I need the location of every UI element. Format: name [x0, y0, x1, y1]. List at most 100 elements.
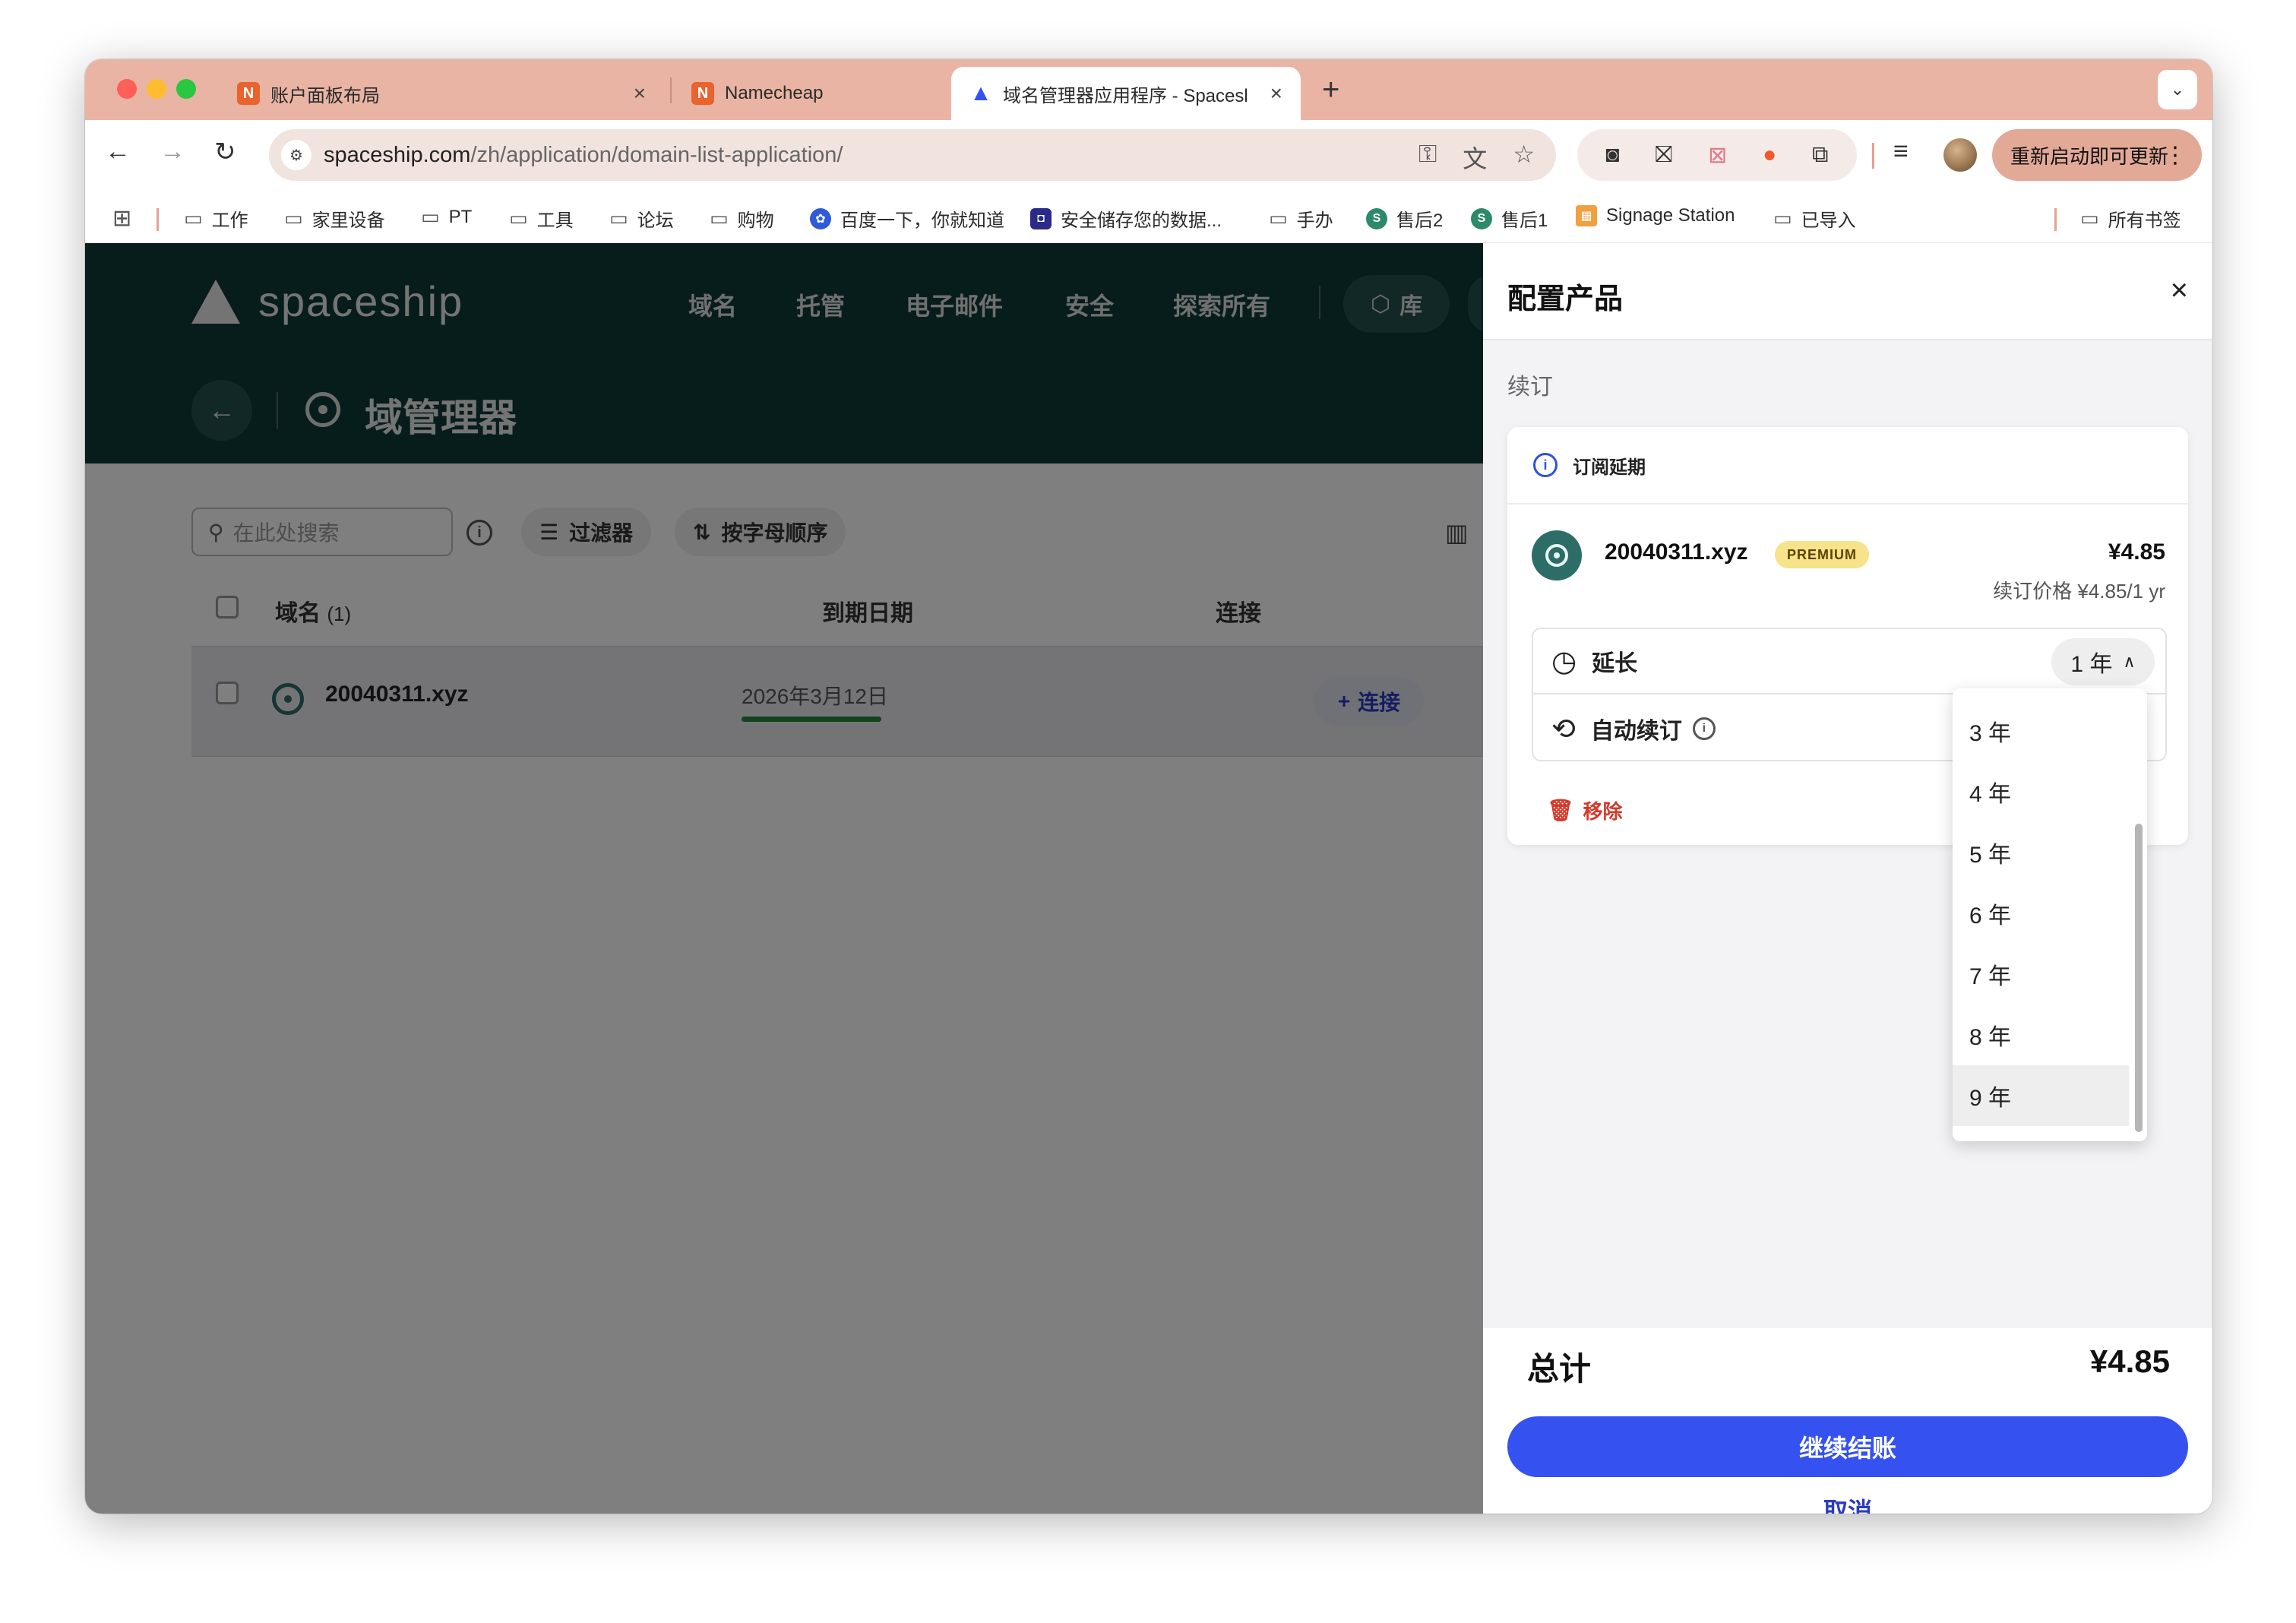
close-icon[interactable]: ×	[1270, 81, 1282, 106]
bookmark-baidu[interactable]: ✿ 百度一下，你就知道	[810, 205, 1004, 232]
premium-badge: PREMIUM	[1775, 541, 1869, 568]
minimize-window-button[interactable]	[147, 79, 166, 99]
year-option[interactable]: 7 年	[1953, 944, 2129, 1004]
browser-window: N 账户面板布局 × N Namecheap × ▲ 域名管理器应用程序 - S…	[85, 59, 2212, 1514]
info-icon[interactable]: i	[1692, 717, 1716, 740]
tab-search-button[interactable]: ⌄	[2158, 70, 2197, 109]
url-text: spaceship.com/zh/application/domain-list…	[324, 143, 843, 168]
bookmark-folder-all[interactable]: ▭ 所有书签	[2080, 205, 2181, 232]
bookmark-folder-work[interactable]: ▭ 工作	[184, 205, 248, 232]
address-bar[interactable]: ⚙ spaceship.com/zh/application/domain-li…	[269, 129, 1556, 181]
remove-button[interactable]: 🗑 移除	[1547, 796, 1623, 824]
zoom-window-button[interactable]	[176, 79, 196, 99]
bookmark-after-sales-1[interactable]: S 售后1	[1471, 205, 1548, 232]
folder-icon: ▭	[710, 207, 729, 229]
translate-icon[interactable]: 文	[1463, 140, 1487, 175]
folder-icon: ▭	[184, 207, 203, 229]
folder-icon: ▭	[421, 205, 440, 228]
tab-account-panel[interactable]: N 账户面板布局 ×	[219, 67, 664, 120]
extensions-group: ◙ ⛝ ⊠ ● ⧉	[1577, 129, 1857, 181]
card-header-label: 订阅延期	[1573, 457, 1646, 478]
modal-overlay[interactable]	[85, 243, 1483, 1514]
checkout-button[interactable]: 继续结账	[1507, 1416, 2188, 1477]
extensions-puzzle-icon[interactable]: ⧉	[1812, 142, 1828, 168]
chevron-up-icon: ∧	[2123, 652, 2136, 671]
omnibox-actions: ⚿ 文 ☆	[1418, 140, 1535, 175]
year-option[interactable]: 8 年	[1953, 1004, 2129, 1065]
namecheap-icon: N	[237, 82, 260, 105]
year-option[interactable]: 4 年	[1953, 761, 2129, 822]
tab-domain-manager[interactable]: ▲ 域名管理器应用程序 - Spacesl ×	[951, 67, 1301, 120]
close-icon[interactable]: ×	[634, 81, 646, 106]
bookmark-folder-shopping[interactable]: ▭ 购物	[710, 205, 774, 232]
year-option[interactable]: 6 年	[1953, 883, 2129, 944]
product-price: ¥4.85	[2108, 539, 2165, 565]
s-icon: S	[1366, 207, 1387, 229]
bookmark-divider	[2054, 208, 2057, 231]
year-option-highlighted[interactable]: 9 年	[1953, 1065, 2129, 1126]
avatar[interactable]	[1943, 138, 1977, 172]
bookmark-signage-station[interactable]: ▦ Signage Station	[1576, 205, 1735, 226]
section-label: 续订	[1507, 375, 1553, 400]
secure-storage-icon: ◘	[1030, 207, 1052, 229]
bookmark-folder-figures[interactable]: ▭ 手办	[1269, 205, 1333, 232]
info-icon: i	[1533, 453, 1558, 477]
folder-icon: ▭	[609, 207, 628, 229]
folder-icon: ▭	[284, 207, 303, 229]
reload-icon[interactable]: ↻	[214, 137, 236, 167]
update-button[interactable]: 重新启动即可更新 ⋮	[1992, 129, 2202, 181]
extension-d-icon[interactable]: ●	[1763, 142, 1776, 168]
cancel-button[interactable]: 取消	[1483, 1492, 2212, 1514]
renewal-price: 续订价格 ¥4.85/1 yr	[1993, 580, 2165, 603]
bookmark-divider	[157, 208, 159, 231]
drawer-footer: 总计 ¥4.85 继续结账 取消	[1483, 1328, 2212, 1514]
year-option[interactable]: 3 年	[1953, 701, 2129, 761]
bookmark-folder-imported[interactable]: ▭ 已导入	[1773, 205, 1856, 232]
url-path: /zh/application/domain-list-application/	[470, 142, 843, 167]
s-icon: S	[1471, 207, 1492, 229]
menu-dots-icon[interactable]: ⋮	[2164, 142, 2187, 169]
clock-icon: ◷	[1551, 645, 1577, 678]
bookmark-folder-forum[interactable]: ▭ 论坛	[609, 205, 674, 232]
sync-icon: ⟲	[1551, 713, 1576, 745]
bookmark-star-icon[interactable]: ☆	[1513, 140, 1535, 175]
signage-icon: ▦	[1576, 205, 1597, 226]
site-settings-icon[interactable]: ⚙	[281, 140, 312, 170]
apps-grid-icon[interactable]: ⊞	[112, 205, 141, 232]
bookmark-folder-pt[interactable]: ▭ PT	[421, 205, 472, 229]
namecheap-icon: N	[691, 82, 714, 105]
extension-a-icon[interactable]: ◙	[1605, 142, 1619, 168]
bookmark-secure-storage[interactable]: ◘ 安全储存您的数据...	[1030, 205, 1222, 232]
close-window-button[interactable]	[117, 79, 137, 99]
back-icon[interactable]: ←	[105, 137, 131, 166]
folder-icon: ▭	[509, 207, 528, 229]
new-tab-button[interactable]: +	[1322, 73, 1339, 107]
selected-years: 1 年	[2070, 652, 2113, 677]
bookmark-folder-home-devices[interactable]: ▭ 家里设备	[284, 205, 385, 232]
extension-b-icon[interactable]: ⛝	[1655, 142, 1672, 168]
year-option[interactable]: 5 年	[1953, 822, 2129, 883]
tab-label: 账户面板布局	[270, 85, 380, 106]
tab-bar: N 账户面板布局 × N Namecheap × ▲ 域名管理器应用程序 - S…	[85, 59, 2212, 120]
folder-icon: ▭	[1773, 207, 1792, 229]
bookmark-folder-tools[interactable]: ▭ 工具	[509, 205, 574, 232]
browser-toolbar: ← → ↻ ⚙ spaceship.com/zh/application/dom…	[85, 120, 2212, 190]
reading-list-icon[interactable]: ≡	[1893, 137, 1909, 166]
product-name: 20040311.xyz	[1605, 539, 1748, 565]
auto-renew-label: 自动续订	[1590, 719, 1682, 744]
password-key-icon[interactable]: ⚿	[1418, 140, 1437, 175]
url-host: spaceship.com	[324, 142, 471, 167]
bookmark-after-sales-2[interactable]: S 售后2	[1366, 205, 1443, 232]
total-label: 总计	[1527, 1351, 1592, 1387]
dropdown-scrollbar-thumb[interactable]	[2135, 824, 2143, 1132]
toolbar-divider	[1872, 143, 1874, 169]
page-content: spaceship 域名 托管 电子邮件 安全 探索所有 ⬡库 ← 域管理器 ⚲…	[85, 243, 1483, 1514]
close-icon[interactable]: ×	[2171, 274, 2188, 308]
extension-c-icon[interactable]: ⊠	[1708, 142, 1727, 169]
total-value: ¥4.85	[2089, 1343, 2170, 1379]
year-dropdown: 3 年 4 年 5 年 6 年 7 年 8 年 9 年	[1953, 688, 2147, 1141]
spaceship-icon: ▲	[969, 81, 992, 106]
drawer-title: 配置产品	[1507, 283, 1624, 315]
forward-icon[interactable]: →	[160, 137, 185, 166]
year-select[interactable]: 1 年 ∧	[2051, 638, 2155, 685]
